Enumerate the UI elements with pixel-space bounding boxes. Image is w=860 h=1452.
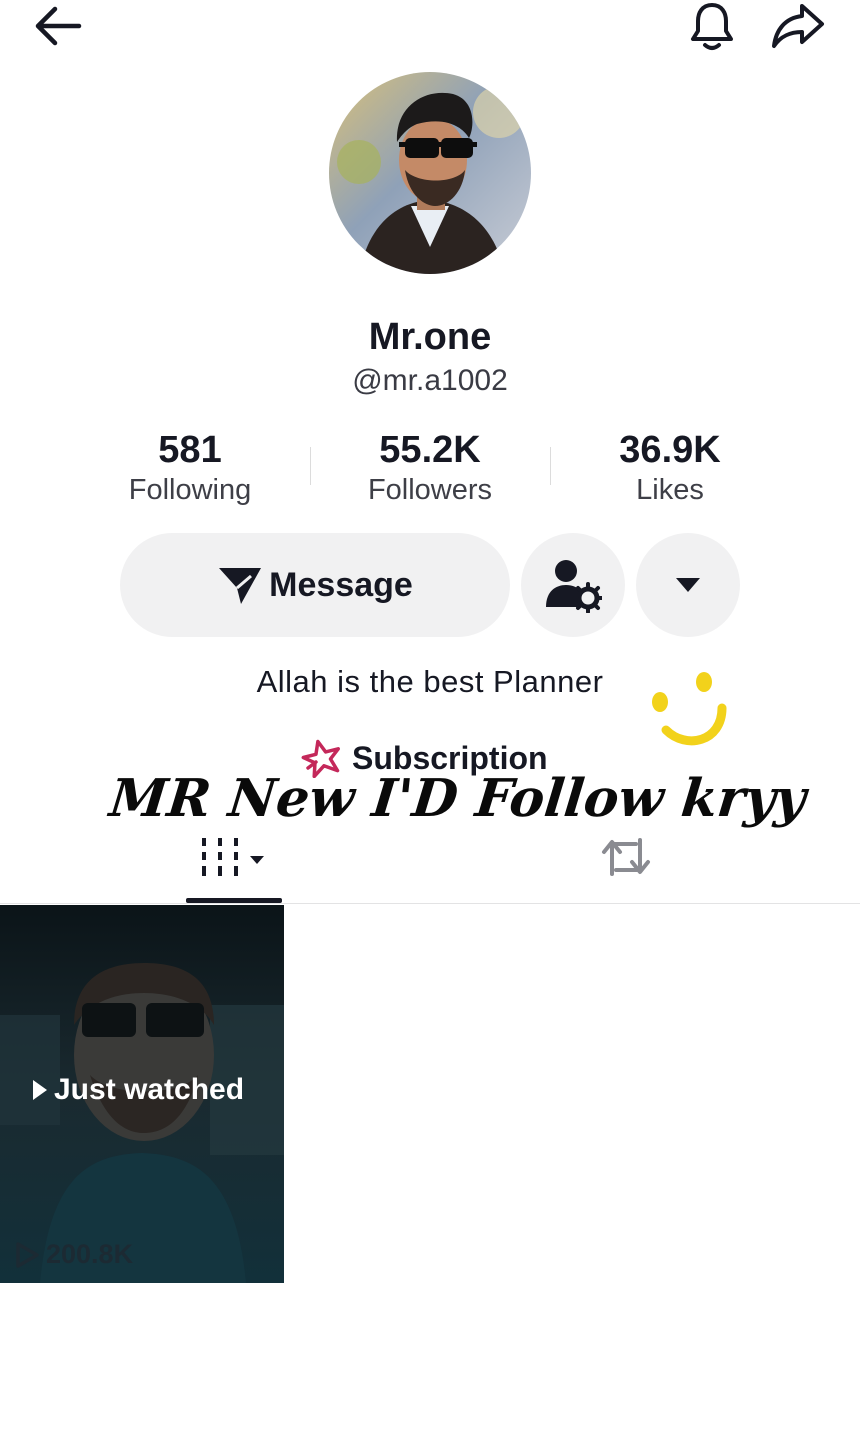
stat-divider xyxy=(550,447,551,485)
play-icon xyxy=(33,1080,47,1100)
bio-text: Allah is the best Planner xyxy=(256,664,604,699)
message-button[interactable]: Message xyxy=(120,533,510,637)
view-count: 200.8K xyxy=(14,1239,133,1270)
stat-following[interactable]: 581 Following xyxy=(90,428,290,508)
tab-divider xyxy=(0,903,860,904)
stat-divider xyxy=(310,447,311,485)
display-name: Mr.one xyxy=(368,316,492,358)
just-watched-badge: Just watched xyxy=(32,1073,244,1107)
message-button-label: Message xyxy=(269,565,413,604)
grid-icon xyxy=(202,838,264,876)
play-outline-icon xyxy=(16,1241,39,1268)
back-button[interactable] xyxy=(24,0,90,52)
more-options-button[interactable] xyxy=(636,533,740,637)
bell-icon xyxy=(691,3,733,50)
stat-likes-value: 36.9K xyxy=(619,429,721,471)
notification-button[interactable] xyxy=(682,0,742,54)
stat-following-value: 581 xyxy=(158,429,222,471)
stat-followers-label: Followers xyxy=(367,474,493,506)
user-settings-icon xyxy=(546,560,602,613)
tab-videos[interactable] xyxy=(186,826,282,888)
avatar-photo xyxy=(329,72,531,274)
stat-followers[interactable]: 55.2K Followers xyxy=(330,428,530,508)
tab-reposts[interactable] xyxy=(590,826,662,888)
share-button[interactable] xyxy=(766,0,830,52)
stat-followers-value: 55.2K xyxy=(379,429,481,471)
stat-likes[interactable]: 36.9K Likes xyxy=(570,428,770,508)
video-tile[interactable]: Just watched 200.8K xyxy=(0,905,284,1283)
smiley-sticker xyxy=(652,672,727,746)
stat-following-label: Following xyxy=(128,474,252,506)
arrow-left-icon xyxy=(35,6,82,46)
view-count-label: 200.8K xyxy=(46,1239,134,1269)
repost-icon xyxy=(602,838,650,876)
stat-likes-label: Likes xyxy=(636,474,704,506)
avatar[interactable] xyxy=(329,72,531,274)
username: @mr.a1002 xyxy=(352,364,508,397)
overlay-caption: MR New I'D Follow kryy xyxy=(106,768,809,829)
friends-settings-button[interactable] xyxy=(521,533,625,637)
share-arrow-icon xyxy=(772,4,824,48)
send-icon xyxy=(219,568,262,604)
caret-down-icon xyxy=(676,578,700,592)
just-watched-label: Just watched xyxy=(54,1073,245,1106)
